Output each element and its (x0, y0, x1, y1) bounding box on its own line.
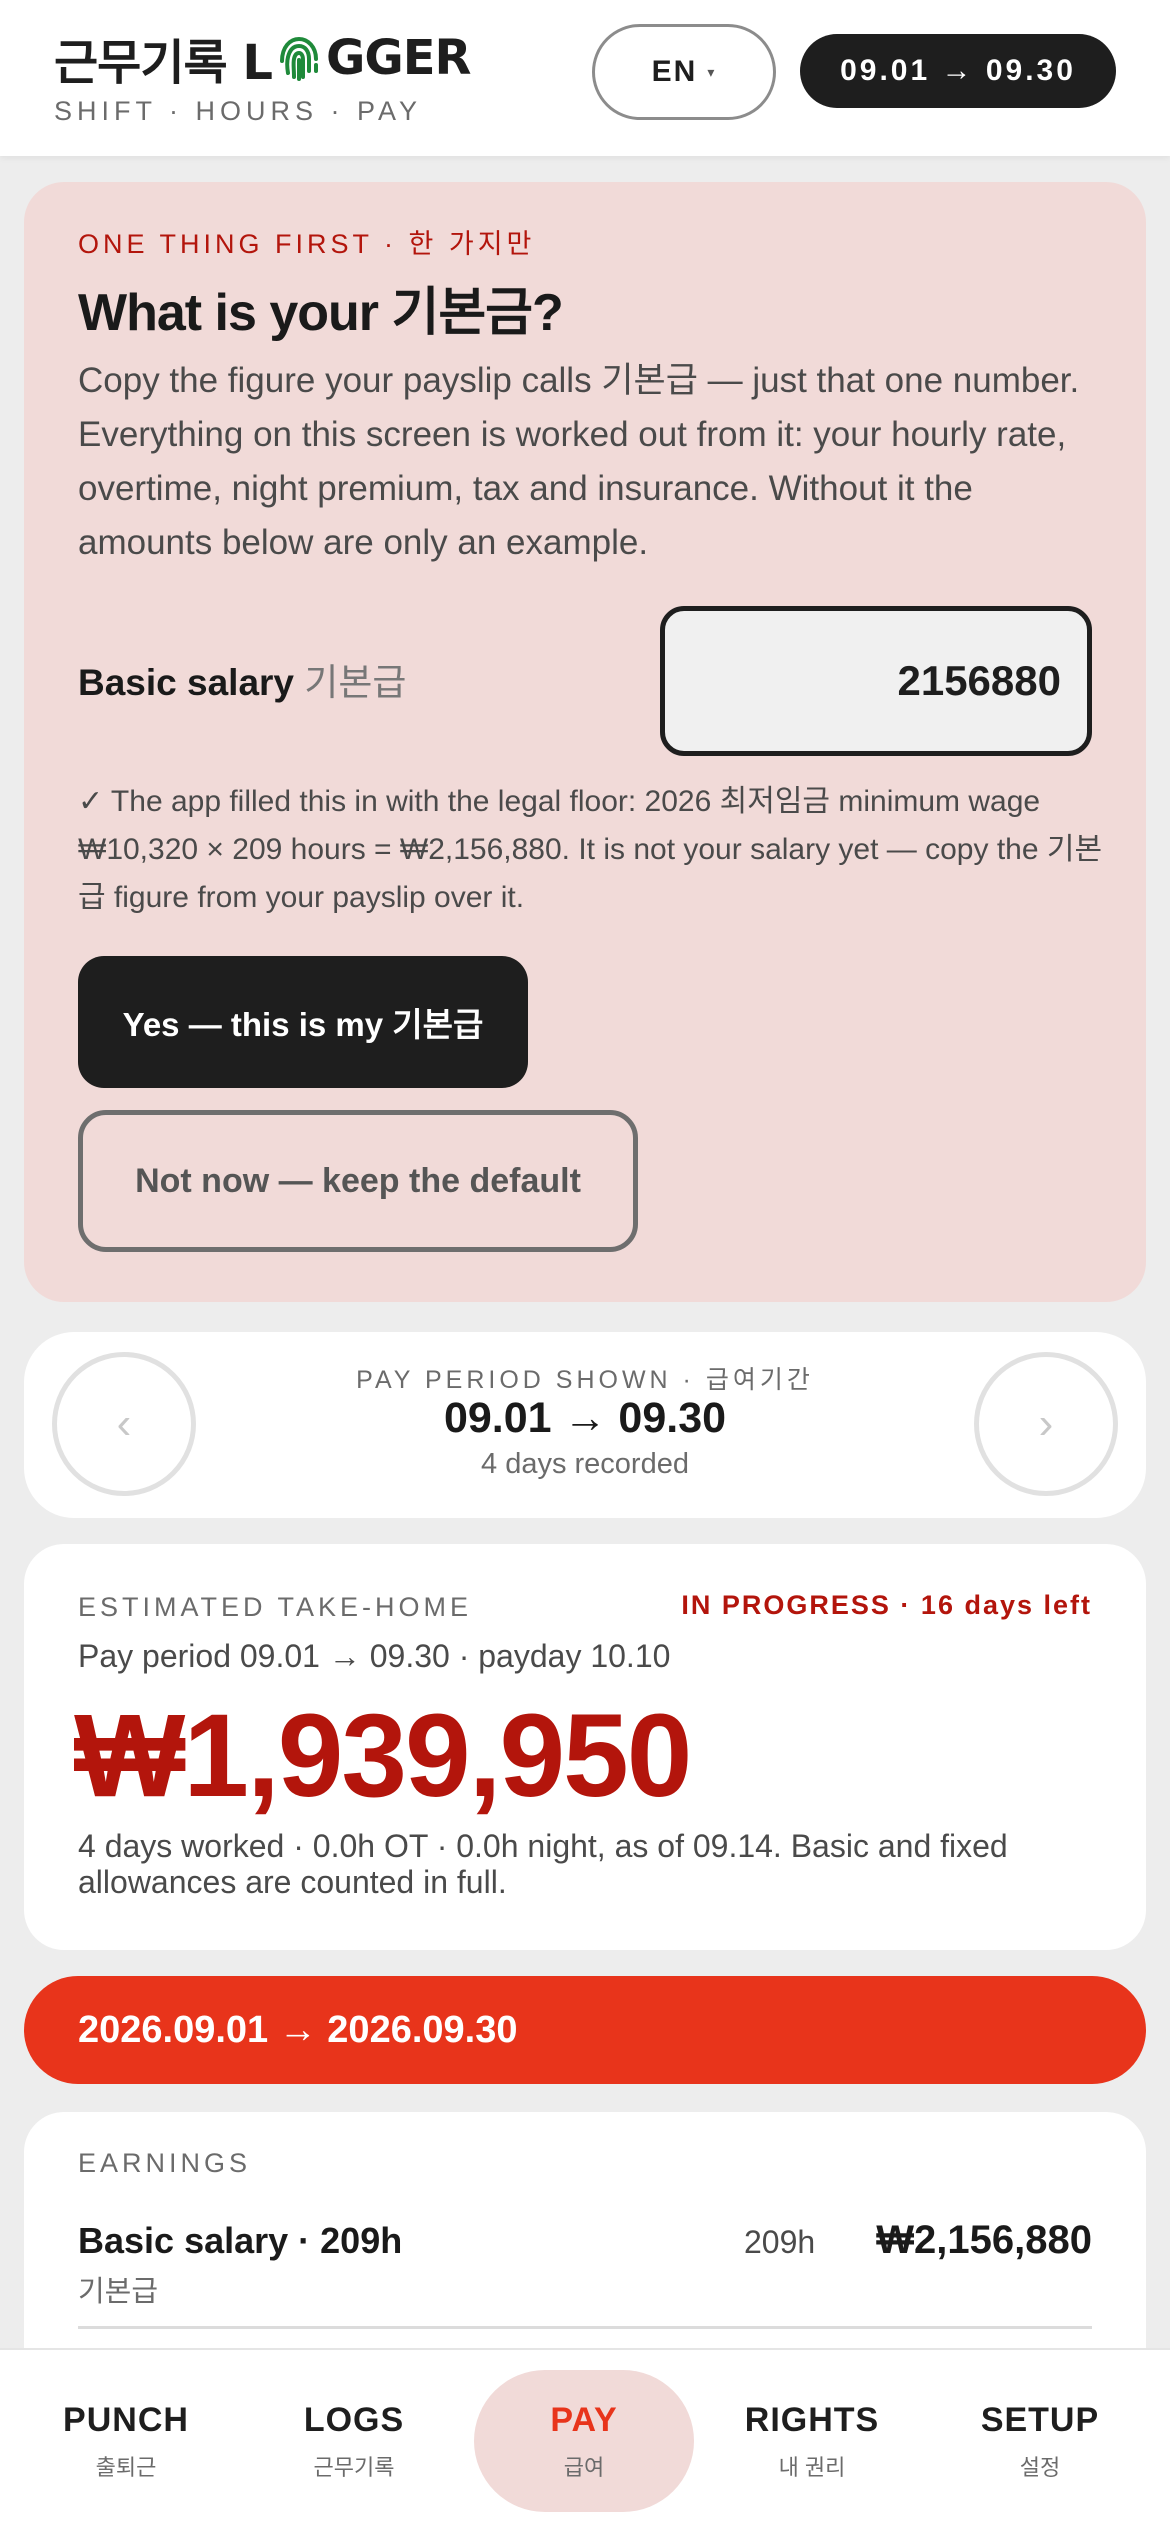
nav-label: PAY (550, 2400, 618, 2439)
onboarding-title: What is your 기본금? (78, 284, 564, 342)
nav-sublabel: 근무기록 (313, 2454, 395, 2480)
brand: 근무기록 L GGER SHIFT · HOURS · PAY (54, 26, 472, 127)
keep-default-button[interactable]: Not now — keep the default (78, 1110, 638, 1252)
earnings-label: EARNINGS (78, 2148, 252, 2178)
status-badge: IN PROGRESS · 16 days left (681, 1590, 1092, 1620)
brand-subtitle: SHIFT · HOURS · PAY (54, 96, 423, 126)
onboarding-body: Copy the figure your payslip calls 기본급 —… (78, 361, 1080, 562)
pay-period-label: PAY PERIOD SHOWN · 급여기간 (356, 1366, 814, 1394)
earnings-row-hours: 209h (744, 2224, 816, 2260)
salary-label: Basic salary 기본급 (78, 652, 406, 706)
takehome-amount: ₩1,939,950 (74, 1690, 692, 1822)
earnings-row-title: Basic salary · 209h (78, 2220, 403, 2261)
salary-label-ko: 기본급 (304, 662, 407, 703)
pay-period-card: ‹ PAY PERIOD SHOWN · 급여기간 09.01 → 09.30 … (24, 1332, 1146, 1518)
takehome-label: ESTIMATED TAKE-HOME (78, 1592, 473, 1622)
nav-item-punch[interactable]: PUNCH 출퇴근 (16, 2370, 236, 2512)
language-label: EN (651, 55, 698, 88)
nav-label: PUNCH (63, 2400, 189, 2439)
chevron-right-icon: › (1038, 1399, 1054, 1448)
nav-sublabel: 급여 (563, 2454, 605, 2480)
earnings-row-sub: 기본급 (78, 2276, 159, 2308)
nav-item-pay[interactable]: PAY 급여 (474, 2370, 694, 2512)
caret-down-icon: ▾ (707, 63, 717, 80)
brand-title: 근무기록 L GGER (54, 26, 472, 91)
app-header: 근무기록 L GGER SHIFT · HOURS · PAY EN ▾ 09.… (0, 0, 1170, 156)
takehome-card: ESTIMATED TAKE-HOME IN PROGRESS · 16 day… (24, 1544, 1146, 1950)
nav-item-setup[interactable]: SETUP 설정 (930, 2370, 1150, 2512)
nav-label: SETUP (980, 2400, 1100, 2439)
onboarding-eyebrow: ONE THING FIRST · 한 가지만 (78, 229, 536, 259)
confirm-salary-button[interactable]: Yes — this is my 기본급 (78, 956, 528, 1088)
language-selector[interactable]: EN ▾ (592, 24, 776, 120)
nav-sublabel: 내 권리 (778, 2454, 846, 2480)
takehome-period: Pay period 09.01 → 09.30 · payday 10.10 (78, 1638, 671, 1674)
nav-item-rights[interactable]: RIGHTS 내 권리 (702, 2370, 922, 2512)
fingerprint-icon (279, 36, 318, 81)
brand-title-pre: 근무기록 L (54, 35, 273, 91)
bottom-nav: PUNCH 출퇴근 LOGS 근무기록 PAY 급여 RIGHTS 내 권리 S… (0, 2348, 1170, 2532)
next-period-button[interactable]: › (974, 1352, 1118, 1496)
nav-item-logs[interactable]: LOGS 근무기록 (244, 2370, 464, 2512)
onboarding-card: ONE THING FIRST · 한 가지만 What is your 기본금… (24, 182, 1146, 1302)
salary-label-en: Basic salary (78, 662, 295, 703)
earnings-row-amount: ₩2,156,880 (876, 2218, 1092, 2262)
divider (78, 2326, 1092, 2329)
onboarding-note: ✓ The app filled this in with the legal … (78, 785, 1103, 914)
nav-sublabel: 출퇴근 (95, 2454, 157, 2480)
days-recorded: 4 days recorded (481, 1448, 689, 1480)
brand-title-post: GGER (325, 30, 472, 86)
period-banner[interactable]: 2026.09.01 → 2026.09.30 (24, 1976, 1146, 2084)
salary-input[interactable] (660, 606, 1092, 756)
nav-label: RIGHTS (744, 2400, 880, 2439)
nav-sublabel: 설정 (1019, 2454, 1061, 2480)
period-pill[interactable]: 09.01 → 09.30 (800, 34, 1116, 108)
takehome-note: 4 days worked · 0.0h OT · 0.0h night, as… (78, 1828, 1008, 1900)
nav-label: LOGS (303, 2400, 405, 2439)
